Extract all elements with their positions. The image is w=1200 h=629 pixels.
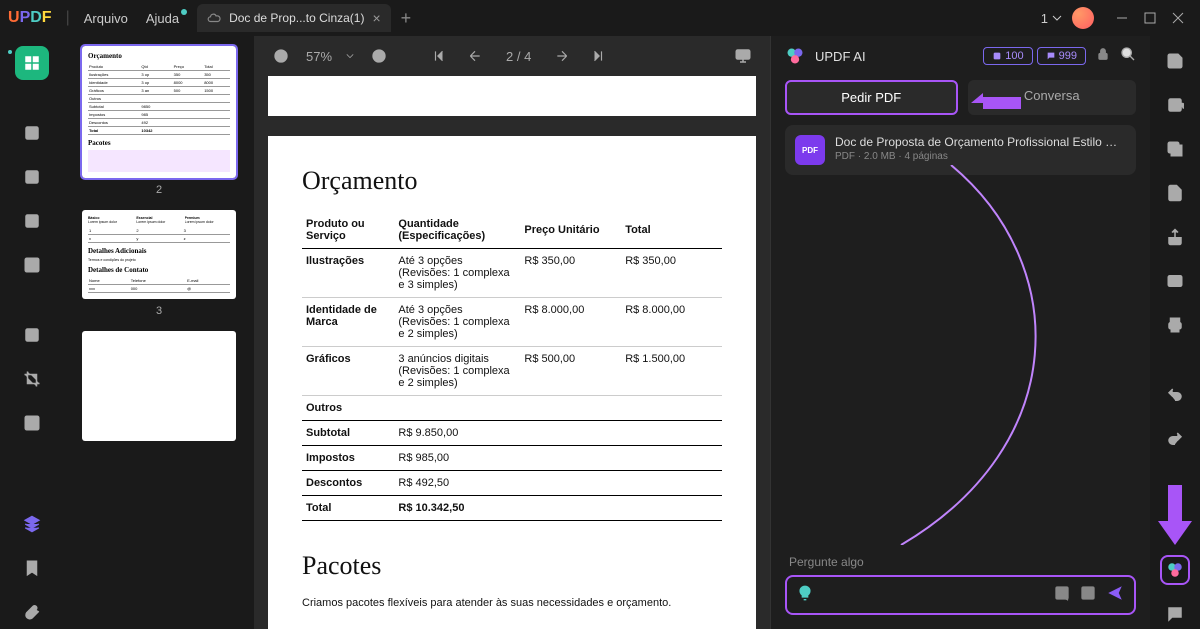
tab-ask-pdf[interactable]: Pedir PDF	[785, 80, 958, 115]
minimize-button[interactable]	[1108, 4, 1136, 32]
ai-file-name: Doc de Proposta de Orçamento Profissiona…	[835, 135, 1126, 149]
print-button[interactable]	[1160, 310, 1190, 340]
search-icon[interactable]	[1120, 46, 1136, 67]
ai-input[interactable]	[785, 575, 1136, 615]
image-icon[interactable]	[1054, 585, 1070, 606]
table-row: Outros	[302, 396, 722, 421]
packages-title: Pacotes	[302, 551, 722, 581]
thumbnail-label-2: 2	[82, 184, 236, 196]
annotation-arrow-down	[1158, 485, 1192, 545]
menu-help[interactable]: Ajuda	[146, 11, 179, 26]
table-row: TotalR$ 10.342,50	[302, 496, 722, 521]
chevron-down-icon	[1052, 13, 1062, 23]
zoom-out-button[interactable]	[270, 45, 292, 67]
menu-file[interactable]: Arquivo	[84, 11, 128, 26]
thumbnail-page-4[interactable]	[82, 331, 236, 441]
new-tab-button[interactable]: +	[401, 8, 412, 29]
redact-tool[interactable]	[15, 406, 49, 440]
form-tool[interactable]	[15, 248, 49, 282]
table-row: Identidade de MarcaAté 3 opções (Revisõe…	[302, 298, 722, 347]
last-page-button[interactable]	[587, 45, 609, 67]
lock-icon[interactable]	[1096, 47, 1110, 66]
page-1-bottom	[268, 76, 756, 116]
avatar[interactable]	[1072, 7, 1094, 29]
ai-file-meta: PDF · 2.0 MB · 4 páginas	[835, 151, 1126, 162]
ocr-button[interactable]: OCR	[1160, 90, 1190, 120]
table-row: SubtotalR$ 9.850,00	[302, 421, 722, 446]
share-button[interactable]	[1160, 222, 1190, 252]
credits[interactable]: 100 999	[983, 47, 1086, 65]
zoom-dropdown-icon[interactable]	[346, 52, 354, 60]
organize-tool[interactable]	[15, 318, 49, 352]
first-page-button[interactable]	[428, 45, 450, 67]
svg-text:OCR: OCR	[1171, 104, 1184, 110]
undo-button[interactable]	[1160, 380, 1190, 410]
page-2: Orçamento Produto ou Serviço Quantidade …	[268, 136, 756, 629]
convert-button[interactable]	[1160, 134, 1190, 164]
send-icon[interactable]	[1106, 584, 1124, 607]
close-window-button[interactable]	[1164, 4, 1192, 32]
thumbnail-label-3: 3	[82, 305, 236, 317]
page-indicator[interactable]: 2 / 4	[500, 47, 537, 66]
ai-panel: UPDF AI 100 999 Pedir PDF Conversa PDF D…	[770, 36, 1150, 629]
lightbulb-icon[interactable]	[797, 585, 813, 606]
save-button[interactable]	[1160, 46, 1190, 76]
app-logo: UPDF	[8, 9, 52, 27]
ai-text-input[interactable]	[823, 588, 1044, 603]
cloud-icon	[207, 11, 221, 25]
document-tab[interactable]: Doc de Prop...to Cinza(1) ×	[197, 4, 391, 32]
close-tab-icon[interactable]: ×	[372, 10, 380, 26]
zoom-level[interactable]: 57%	[306, 49, 332, 64]
table-row: DescontosR$ 492,50	[302, 471, 722, 496]
document-toolbar: 57% 2 / 4	[254, 36, 770, 76]
comment-button[interactable]	[1160, 599, 1190, 629]
ai-tabs: Pedir PDF Conversa	[785, 80, 1136, 115]
table-row: Gráficos3 anúncios digitais (Revisões: 1…	[302, 347, 722, 396]
budget-title: Orçamento	[302, 166, 722, 196]
reader-tool[interactable]	[15, 116, 49, 150]
email-button[interactable]	[1160, 266, 1190, 296]
protect-button[interactable]	[1160, 178, 1190, 208]
document-view: 57% 2 / 4 Orçamento Produto ou Serviço Q…	[254, 36, 770, 629]
right-toolbar: OCR	[1150, 36, 1200, 629]
table-row: ImpostosR$ 985,00	[302, 446, 722, 471]
maximize-button[interactable]	[1136, 4, 1164, 32]
redo-button[interactable]	[1160, 424, 1190, 454]
present-button[interactable]	[732, 45, 754, 67]
tab-title: Doc de Prop...to Cinza(1)	[229, 11, 364, 25]
zoom-in-button[interactable]	[368, 45, 390, 67]
attachment-button[interactable]	[15, 595, 49, 629]
table-row: IlustraçõesAté 3 opções (Revisões: 1 com…	[302, 249, 722, 298]
left-toolbar	[0, 36, 64, 629]
annotation-arrow-left	[971, 88, 1021, 118]
thumbnail-page-3[interactable]: BásicoLorem ipsum dolor EssencialLorem i…	[82, 210, 236, 299]
ai-header: UPDF AI 100 999	[771, 36, 1150, 76]
ai-prompt-label: Pergunte algo	[785, 555, 1136, 569]
thumbnails-button[interactable]	[15, 46, 49, 80]
prev-page-button[interactable]	[464, 45, 486, 67]
credit-a: 100	[983, 47, 1032, 65]
edit-tool[interactable]	[15, 204, 49, 238]
annotate-tool[interactable]	[15, 160, 49, 194]
updf-ai-logo-icon	[785, 46, 805, 66]
ai-panel-title: UPDF AI	[815, 49, 866, 64]
document-pages[interactable]: Orçamento Produto ou Serviço Quantidade …	[254, 76, 770, 629]
crop-tool[interactable]	[15, 362, 49, 396]
ai-launch-button[interactable]	[1160, 555, 1190, 585]
titlebar: UPDF | Arquivo Ajuda Doc de Prop...to Ci…	[0, 0, 1200, 36]
budget-table: Produto ou Serviço Quantidade (Especific…	[302, 212, 722, 521]
packages-text: Criamos pacotes flexíveis para atender à…	[302, 597, 722, 609]
credit-b: 999	[1037, 47, 1086, 65]
pdf-icon: PDF	[795, 135, 825, 165]
layers-button[interactable]	[15, 507, 49, 541]
divider: |	[66, 9, 70, 27]
thumbnail-page-2[interactable]: Orçamento ProdutoQtdPreçoTotal Ilustraçõ…	[82, 46, 236, 178]
expand-icon[interactable]	[1080, 585, 1096, 606]
bookmark-button[interactable]	[15, 551, 49, 585]
annotation-curve	[891, 165, 1091, 545]
next-page-button[interactable]	[551, 45, 573, 67]
thumbnail-panel: Orçamento ProdutoQtdPreçoTotal Ilustraçõ…	[64, 36, 254, 629]
user-count[interactable]: 1	[1041, 11, 1062, 26]
